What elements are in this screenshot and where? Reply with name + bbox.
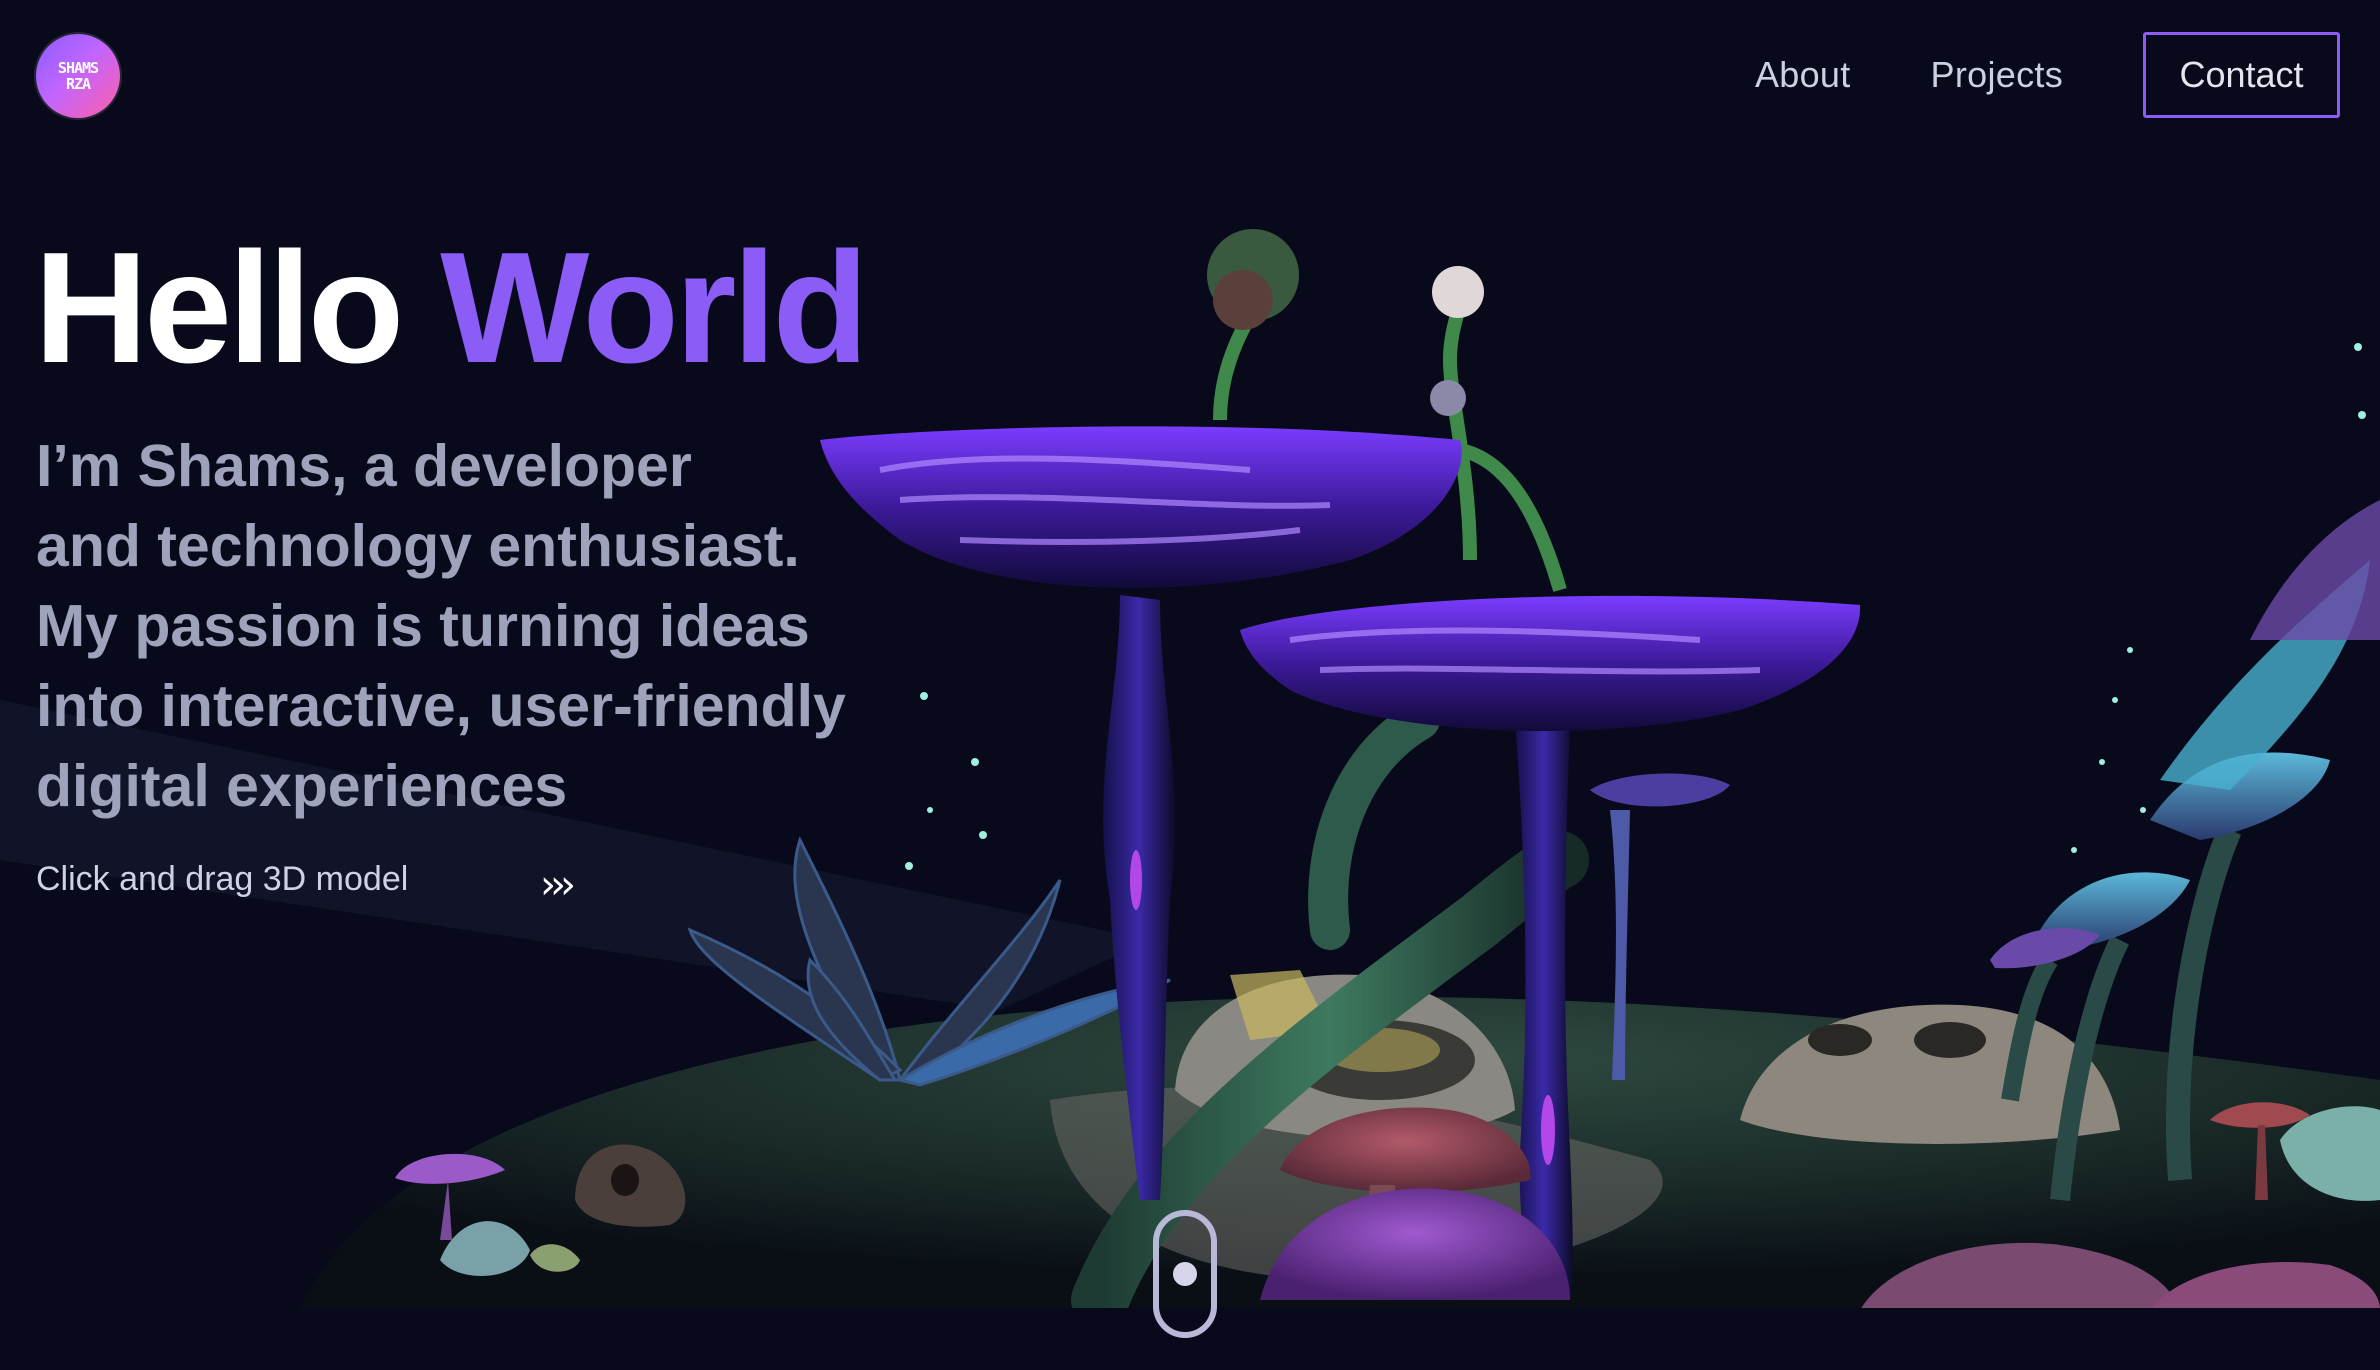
nav-projects-link[interactable]: Projects: [1931, 54, 2063, 96]
chevrons-right-icon: ›››: [540, 862, 576, 908]
main-nav: About Projects Contact: [1755, 30, 2340, 120]
logo-line1: SHAMS: [57, 59, 99, 77]
hero-title: Hello World: [34, 218, 869, 398]
drag-hint-text: Click and drag 3D model: [36, 860, 409, 898]
hero-title-word1: Hello: [34, 220, 404, 396]
hero-description-line: into interactive, user-friendly: [36, 673, 846, 739]
scroll-dot: [1173, 1262, 1197, 1286]
hero-description-line: I’m Shams, a developer: [36, 433, 692, 499]
nav-contact-button[interactable]: Contact: [2143, 32, 2340, 118]
scroll-mouse-icon[interactable]: [1153, 1210, 1217, 1338]
logo[interactable]: SHAMS RZA: [36, 34, 120, 118]
hero-description-line: and technology enthusiast.: [36, 513, 800, 579]
nav-about-link[interactable]: About: [1755, 54, 1851, 96]
hero-description-line: My passion is turning ideas: [36, 593, 810, 659]
logo-line2: RZA: [65, 75, 91, 93]
hero-description-line: digital experiences: [36, 753, 568, 819]
hero-description: I’m Shams, a developer and technology en…: [36, 426, 936, 826]
hero-title-word2: World: [440, 220, 869, 396]
